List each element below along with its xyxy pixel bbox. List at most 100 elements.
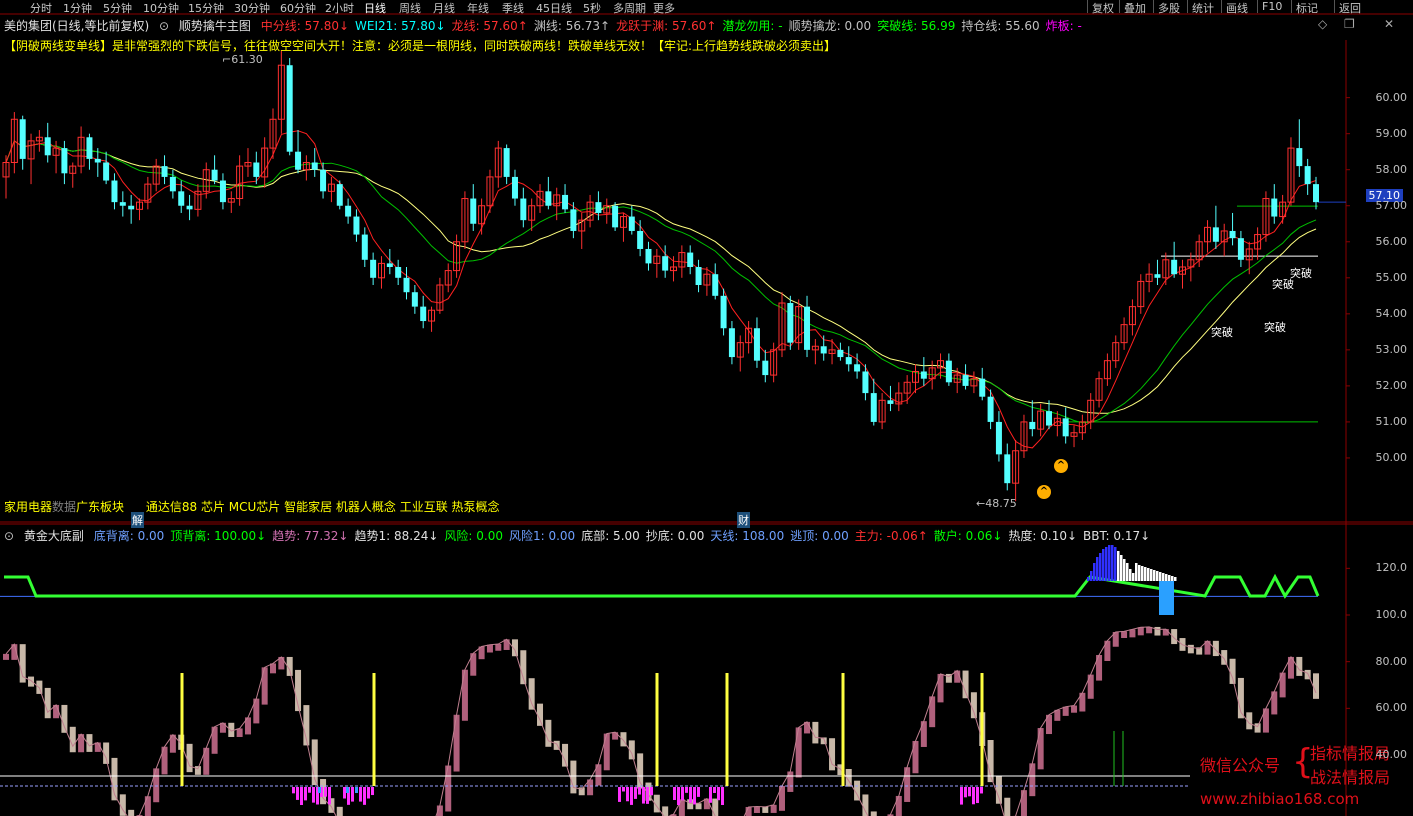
top-escape-bar	[1102, 549, 1105, 581]
window-close-icon[interactable]: ✕	[1384, 17, 1394, 31]
indicator-name[interactable]: 顺势擒牛主图	[179, 19, 251, 33]
header-indicator-value: 持仓线: 55.60	[961, 19, 1040, 33]
sector-tags[interactable]: 家用电器数据广东板块 通达信88 芯片 MCU芯片 智能家居 机器人概念 工业互…	[4, 498, 500, 515]
candle-body-down	[395, 266, 402, 278]
main-force-bar	[363, 787, 366, 805]
candle-body-down	[320, 169, 327, 192]
candle-body-down	[1062, 418, 1069, 437]
main-force-bar	[717, 787, 720, 801]
candle-body-down	[211, 169, 218, 181]
period-tab[interactable]: 多周期	[613, 0, 646, 16]
sub-indicator-value: 风险1: 0.00	[508, 529, 576, 543]
trend-bar	[1313, 673, 1319, 699]
sub-indicator-value: 风险: 0.00	[444, 529, 503, 543]
period-tab[interactable]: 月线	[433, 0, 455, 16]
period-tab[interactable]: 分时	[30, 0, 52, 16]
trend-bar	[770, 804, 777, 813]
trend-bar	[445, 765, 452, 812]
toolbar-button[interactable]: 统计	[1187, 0, 1221, 15]
trend-bar	[862, 794, 869, 816]
candle-body-down	[637, 230, 644, 249]
window-restore-icon[interactable]: ❐	[1344, 17, 1355, 31]
trend-bar	[912, 740, 919, 774]
sub-indicator-value: 趋势: 77.32↓	[272, 529, 349, 543]
sub-indicator-value: 天线: 108.00	[710, 529, 785, 543]
toolbar-button[interactable]: 叠加	[1119, 0, 1153, 15]
sub-indicator-dropdown-icon[interactable]: ⊙	[4, 529, 14, 543]
top-escape-bar	[1168, 575, 1171, 581]
price-axis-label: 54.00	[1375, 306, 1408, 320]
candle-body-down	[111, 180, 118, 203]
price-axis-label: 52.00	[1375, 378, 1408, 392]
price-axis-label: 55.00	[1375, 270, 1408, 284]
candle-body-down	[570, 209, 577, 231]
top-escape-bar	[1156, 571, 1159, 581]
jie-marker[interactable]: 解	[131, 512, 144, 528]
main-force-bar	[634, 787, 637, 799]
top-escape-bar	[1120, 555, 1123, 581]
period-tab[interactable]: 5分钟	[103, 0, 132, 16]
candle-body-down	[862, 371, 869, 394]
top-escape-bar	[1147, 568, 1150, 581]
candle-body-down	[720, 295, 727, 329]
period-tab[interactable]: 更多	[653, 0, 675, 16]
indicator-dropdown-icon[interactable]: ⊙	[159, 19, 169, 33]
period-tab[interactable]: 2小时	[325, 0, 354, 16]
main-force-bar	[324, 787, 327, 797]
candlestick-chart[interactable]	[0, 0, 1413, 816]
period-tab[interactable]: 周线	[399, 0, 421, 16]
main-force-bar	[626, 787, 629, 802]
main-force-bar	[367, 787, 370, 799]
period-tab[interactable]: 10分钟	[143, 0, 179, 16]
stock-name[interactable]: 美的集团(日线,等比前复权)	[4, 19, 149, 33]
top-escape-bar	[1099, 553, 1102, 581]
period-tab[interactable]: 季线	[502, 0, 524, 16]
candle-body-down	[687, 252, 694, 267]
sector-region[interactable]: 广东板块	[76, 500, 124, 514]
main-force-bar	[693, 787, 696, 805]
main-force-bar	[304, 787, 307, 801]
trend-bar	[753, 806, 760, 813]
trend-bar	[562, 743, 569, 767]
period-tab[interactable]: 日线	[364, 0, 386, 16]
candle-body-down	[1171, 259, 1178, 275]
trend-bar	[929, 696, 936, 728]
candle-body-down	[1045, 411, 1052, 426]
trend-bar	[61, 704, 68, 733]
top-escape-bar	[1117, 551, 1120, 581]
toolbar-button[interactable]: F10	[1257, 0, 1291, 13]
toolbar-button[interactable]: 多股	[1153, 0, 1187, 15]
trend-bar	[336, 806, 343, 816]
period-tab[interactable]: 5秒	[583, 0, 601, 16]
sub-indicator-name[interactable]: 黄金大底副	[24, 529, 84, 543]
toolbar-button[interactable]: 标记	[1291, 0, 1334, 15]
sector-industry[interactable]: 家用电器	[4, 500, 52, 514]
candle-body-down	[962, 375, 969, 386]
toolbar-button[interactable]: 返回	[1334, 0, 1370, 15]
toolbar-button[interactable]: 画线	[1221, 0, 1257, 15]
candle-body-down	[712, 274, 719, 296]
period-tab[interactable]: 年线	[467, 0, 489, 16]
candle-body-down	[854, 364, 861, 372]
candle-body-down	[920, 371, 927, 379]
dragon-line	[5, 130, 1317, 449]
trend-bar	[69, 726, 76, 753]
period-tab[interactable]: 45日线	[536, 0, 572, 16]
sector-concepts[interactable]: 通达信88 芯片 MCU芯片 智能家居 机器人概念 工业互联 热泵概念	[146, 500, 500, 514]
window-diamond-icon[interactable]: ◇	[1318, 17, 1327, 31]
trend-bar	[712, 798, 719, 816]
candle-body-down	[186, 205, 193, 210]
period-tab[interactable]: 15分钟	[188, 0, 224, 16]
cai-marker[interactable]: 财	[737, 512, 750, 528]
toolbar-button[interactable]: 复权	[1087, 0, 1119, 15]
main-force-bar	[308, 787, 311, 793]
period-tab[interactable]: 60分钟	[280, 0, 316, 16]
period-tab[interactable]: 1分钟	[63, 0, 92, 16]
sector-data[interactable]: 数据	[52, 500, 76, 514]
wei21-line	[5, 140, 1317, 424]
candle-body-down	[1154, 274, 1161, 278]
candle-body-down	[987, 396, 994, 422]
main-force-bar	[343, 787, 346, 799]
period-tab[interactable]: 30分钟	[234, 0, 270, 16]
top-escape-bar	[1087, 577, 1090, 581]
